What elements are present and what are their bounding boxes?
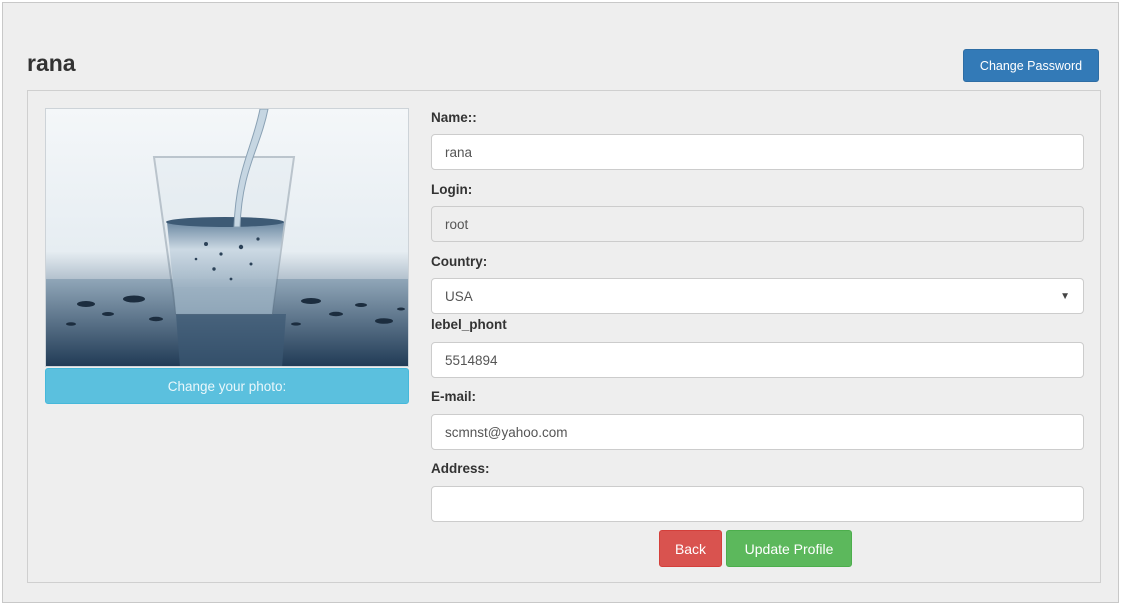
phone-label: lebel_phont [431, 317, 507, 332]
page-container: rana Change Password Change your photo: … [2, 2, 1119, 603]
address-field[interactable] [431, 486, 1084, 522]
change-password-button[interactable]: Change Password [963, 49, 1099, 82]
profile-photo[interactable] [45, 108, 409, 367]
email-label: E-mail: [431, 389, 477, 404]
page-title: rana [27, 50, 76, 76]
phone-input[interactable] [445, 352, 1070, 368]
name-label: Name:: [431, 110, 477, 125]
login-field: root [431, 206, 1084, 242]
login-label: Login: [431, 182, 473, 197]
country-label: Country: [431, 254, 488, 269]
name-field[interactable] [431, 134, 1084, 170]
address-label: Address: [431, 461, 490, 476]
address-input[interactable] [445, 496, 1070, 512]
change-photo-button[interactable]: Change your photo: [45, 368, 409, 404]
email-field[interactable] [431, 414, 1084, 450]
email-input[interactable] [445, 424, 1070, 440]
glass-of-water-image [46, 109, 408, 366]
name-input[interactable] [445, 144, 1070, 160]
chevron-down-icon: ▼ [1060, 290, 1070, 302]
country-select[interactable]: USA ▼ [431, 278, 1084, 314]
phone-field[interactable] [431, 342, 1084, 378]
back-button[interactable]: Back [659, 530, 722, 567]
update-profile-button[interactable]: Update Profile [726, 530, 852, 567]
login-value: root [445, 216, 469, 232]
profile-panel: Change your photo: Name:: Login: root Co… [27, 90, 1101, 583]
country-selected-value: USA [445, 288, 473, 304]
